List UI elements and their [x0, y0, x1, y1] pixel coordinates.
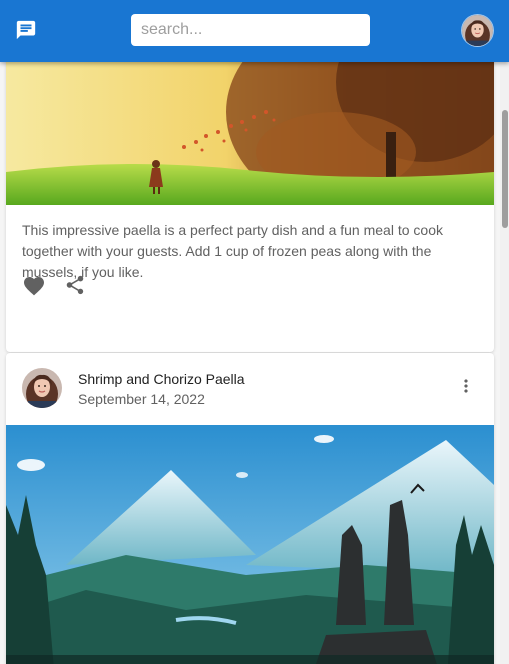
- heart-icon[interactable]: [22, 274, 46, 298]
- feed[interactable]: This impressive paella is a perfect part…: [0, 62, 500, 664]
- share-icon[interactable]: [64, 274, 86, 296]
- scrollbar-thumb[interactable]: [502, 110, 508, 228]
- more-vert-icon[interactable]: [456, 375, 476, 397]
- card-image: [6, 62, 494, 222]
- card-title: Shrimp and Chorizo Paella: [78, 371, 245, 387]
- user-avatar[interactable]: [462, 15, 493, 46]
- chat-icon[interactable]: [15, 19, 37, 41]
- card-image: [6, 425, 494, 664]
- recipe-card: Shrimp and Chorizo Paella September 14, …: [6, 353, 494, 664]
- recipe-card: This impressive paella is a perfect part…: [6, 62, 494, 352]
- app-bar: [0, 0, 509, 62]
- card-header: Shrimp and Chorizo Paella September 14, …: [6, 353, 494, 425]
- card-description: This impressive paella is a perfect part…: [22, 222, 443, 280]
- card-date: September 14, 2022: [78, 391, 205, 407]
- search-input[interactable]: [131, 14, 370, 46]
- user-avatar: [22, 368, 62, 408]
